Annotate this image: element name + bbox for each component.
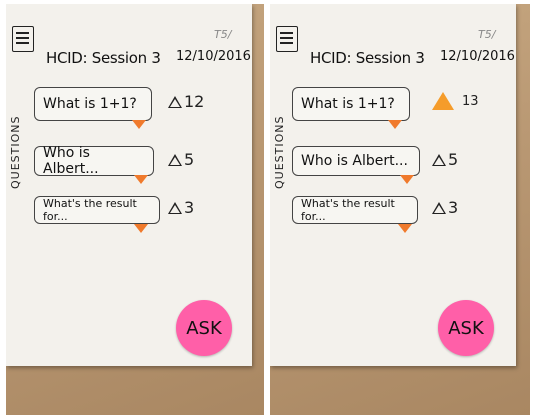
- upvote-control-2[interactable]: 5: [168, 150, 194, 169]
- stage: T5/ HCID: Session 3 12/10/2016 QUESTIONS…: [0, 0, 536, 419]
- hamburger-menu-icon[interactable]: [276, 26, 298, 52]
- vote-count: 5: [184, 150, 195, 169]
- question-card-1[interactable]: What is 1+1?: [292, 87, 410, 121]
- session-date: 12/10/2016: [440, 49, 515, 64]
- triangle-upvote-icon[interactable]: [432, 201, 446, 214]
- question-tab-icon: [132, 120, 146, 129]
- upvote-control-3[interactable]: 3: [168, 198, 194, 217]
- pencil-note: T5/: [214, 28, 232, 41]
- question-card-2[interactable]: Who is Albert...: [292, 146, 420, 176]
- vote-count: 5: [448, 150, 459, 169]
- question-tab-icon: [134, 224, 148, 233]
- question-tab-icon: [398, 224, 412, 233]
- question-text: Who is Albert...: [301, 153, 408, 169]
- question-text: What's the result for...: [301, 197, 395, 223]
- page-title: HCID: Session 3: [310, 49, 425, 67]
- question-text: What's the result for...: [43, 197, 137, 223]
- triangle-upvote-icon[interactable]: [168, 201, 182, 214]
- triangle-upvote-icon[interactable]: [432, 153, 446, 166]
- question-card-3[interactable]: What's the result for...: [292, 196, 418, 224]
- panel-after: T5/ HCID: Session 3 12/10/2016 QUESTIONS…: [270, 4, 530, 415]
- triangle-upvote-icon[interactable]: [432, 92, 454, 110]
- question-text: Who is Albert...: [43, 145, 99, 177]
- vote-count: 3: [184, 198, 195, 217]
- upvote-control-3[interactable]: 3: [432, 198, 458, 217]
- question-text: What is 1+1?: [301, 96, 395, 112]
- question-tab-icon: [388, 120, 402, 129]
- upvote-control-2[interactable]: 5: [432, 150, 458, 169]
- ask-button[interactable]: ASK: [176, 300, 232, 356]
- section-label: QUESTIONS: [273, 115, 286, 189]
- question-card-1[interactable]: What is 1+1?: [34, 87, 152, 121]
- paper-sheet: T5/ HCID: Session 3 12/10/2016 QUESTIONS…: [6, 4, 252, 366]
- pencil-note: T5/: [478, 28, 496, 41]
- question-card-2[interactable]: Who is Albert...: [34, 145, 154, 177]
- question-text: What is 1+1?: [43, 96, 137, 112]
- question-card-3[interactable]: What's the result for...: [34, 196, 160, 224]
- upvote-control-1[interactable]: 12: [168, 92, 204, 111]
- ask-button[interactable]: ASK: [438, 300, 494, 356]
- session-date: 12/10/2016: [176, 49, 251, 64]
- hamburger-menu-icon[interactable]: [12, 26, 34, 52]
- upvote-control-1[interactable]: 13: [432, 92, 479, 110]
- triangle-upvote-icon[interactable]: [168, 153, 182, 166]
- page-title: HCID: Session 3: [46, 49, 161, 67]
- question-tab-icon: [134, 175, 148, 184]
- section-label: QUESTIONS: [9, 115, 22, 189]
- vote-count: 3: [448, 198, 459, 217]
- vote-count: 12: [184, 92, 205, 111]
- paper-sheet: T5/ HCID: Session 3 12/10/2016 QUESTIONS…: [270, 4, 516, 366]
- panel-before: T5/ HCID: Session 3 12/10/2016 QUESTIONS…: [6, 4, 264, 415]
- vote-count: 13: [462, 93, 479, 109]
- triangle-upvote-icon[interactable]: [168, 95, 182, 108]
- question-tab-icon: [400, 175, 414, 184]
